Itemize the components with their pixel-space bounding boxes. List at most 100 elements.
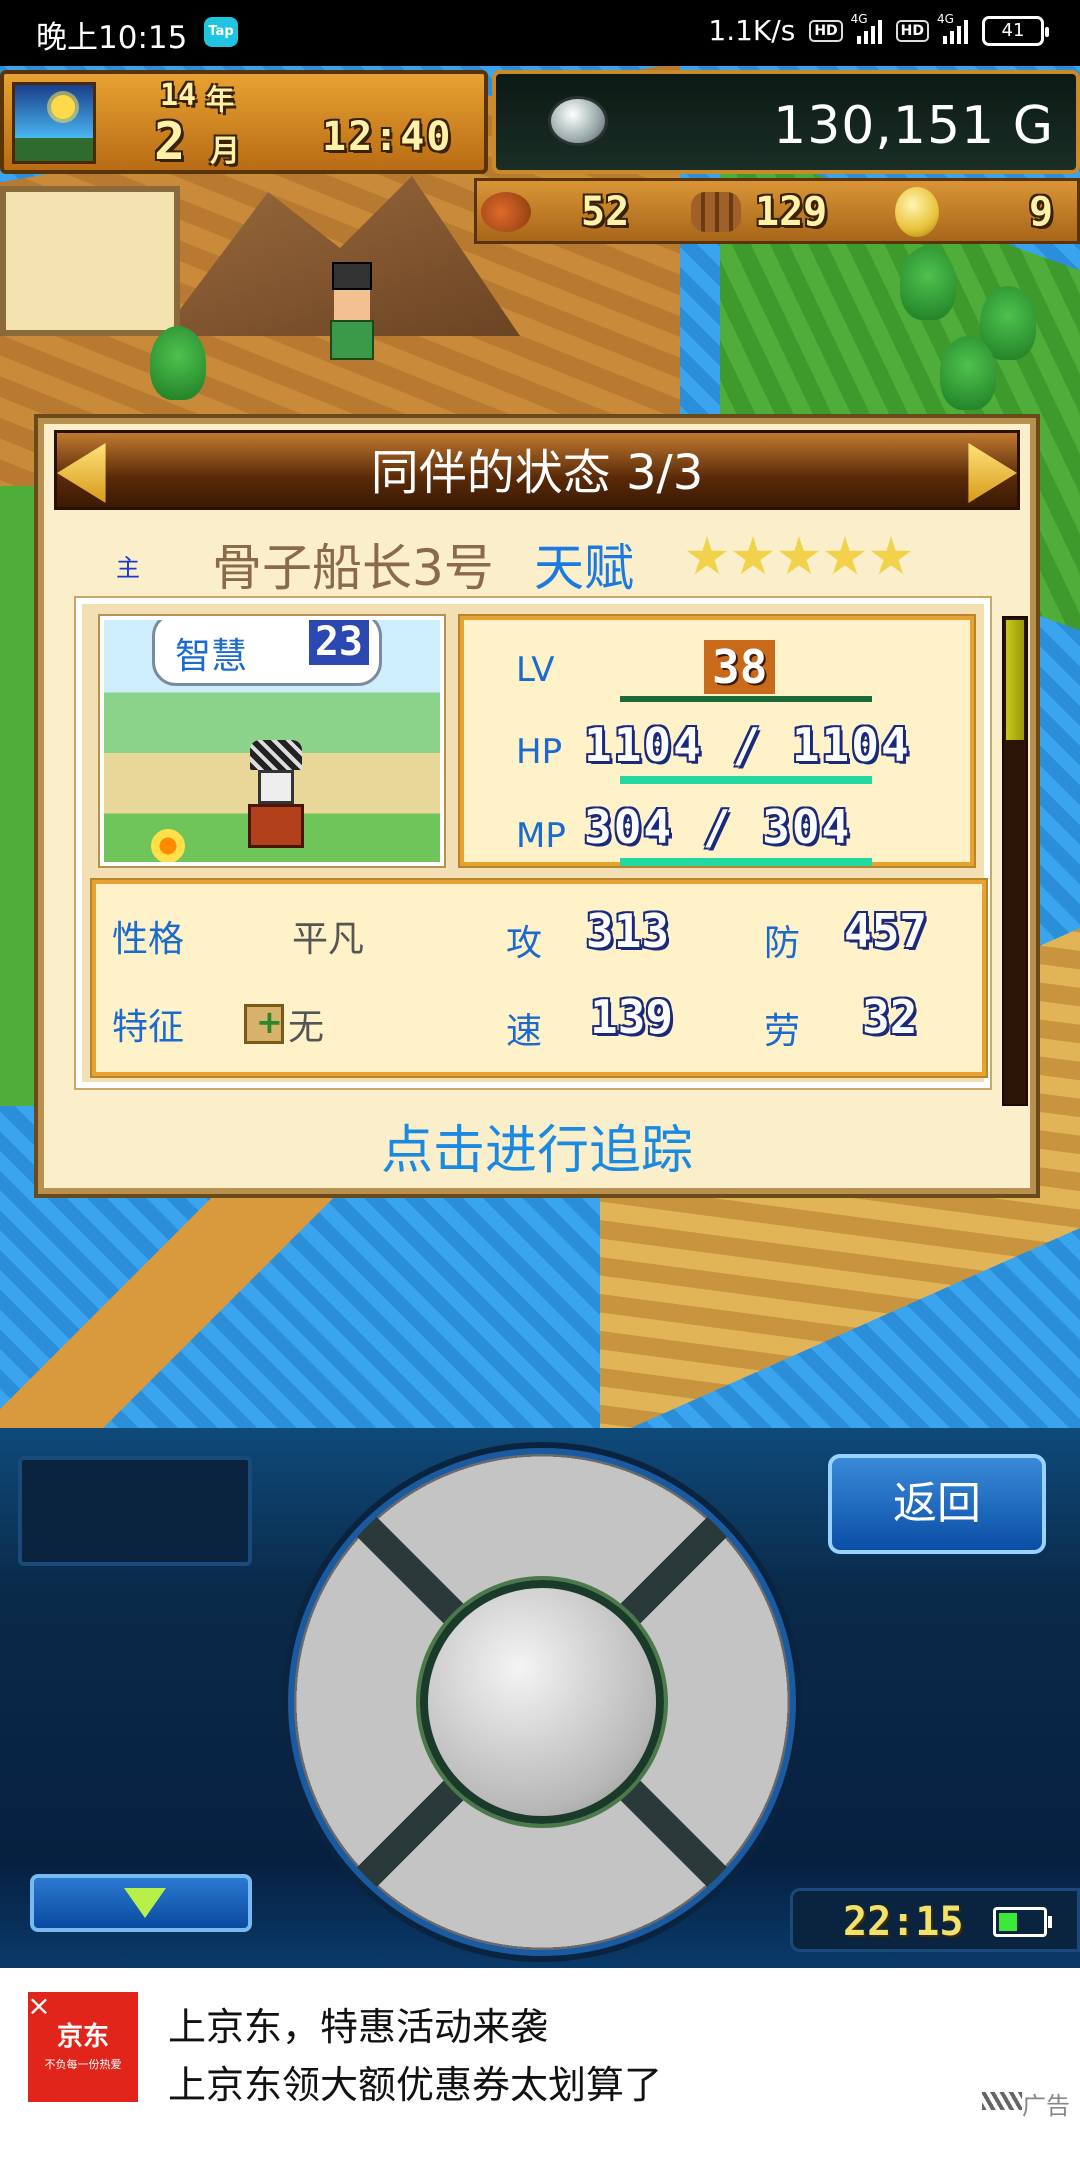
meat-icon [481, 192, 531, 232]
hp-value: 1104 / 1104 [584, 718, 911, 772]
star-icon [778, 536, 820, 575]
gem-value: 9 [1029, 189, 1054, 235]
mp-bar-fill [620, 858, 872, 866]
dialog-scrollbar[interactable] [1002, 616, 1028, 1106]
weather-indicator [12, 82, 96, 164]
def-value: 457 [844, 904, 928, 958]
network-type-label-2: 4G [937, 11, 954, 26]
battery-level-icon [993, 1907, 1052, 1937]
labor-value: 32 [862, 990, 918, 1044]
companion-name: 骨子船长3号 [212, 539, 494, 597]
net-speed: 1.1K/s [708, 14, 796, 47]
companion-status-dialog: 同伴的状态 3/3 主 骨子船长3号 天赋 智慧 23 LV 38 HP 110… [34, 414, 1040, 1198]
month-number: 2 [154, 112, 186, 172]
mp-label: MP [516, 816, 566, 856]
close-icon[interactable]: × [24, 1992, 54, 2022]
def-label: 防 [764, 923, 801, 964]
skill-label: 智慧 [175, 636, 248, 677]
tree-sprite [150, 326, 206, 400]
leader-mark: 主 [116, 554, 140, 582]
personality-label: 性格 [112, 919, 185, 960]
dpad-controller[interactable] [288, 1448, 796, 1956]
back-button[interactable]: 返回 [828, 1454, 1046, 1554]
signal-icon: 4G [851, 12, 882, 44]
status-bar: 晚上10:15 Tap 1.1K/s HD 4G HD 4G 41 [0, 0, 1080, 66]
game-world[interactable]: 14 年 2 月 12:40 130,151 G 52 129 9 同伴的状态 … [0, 66, 1080, 1428]
resource-bar: 52 129 9 [474, 178, 1080, 244]
year-number: 14 [160, 78, 197, 113]
mp-bar [620, 858, 872, 866]
atk-value: 313 [586, 904, 670, 958]
dialog-title: 同伴的状态 3/3 [370, 445, 704, 501]
ad-title: 上京东，特惠活动来袭 [168, 2005, 549, 2049]
star-icon [870, 536, 912, 575]
flower-icon [148, 826, 188, 862]
game-clock: 12:40 [322, 114, 453, 160]
sun-icon [51, 95, 75, 119]
hp-bar-fill [620, 776, 872, 784]
star-icon [824, 536, 866, 575]
ad-banner[interactable]: 京东 不负每一份热爱 × 上京东，特惠活动来袭 上京东领大额优惠券太划算了 广告 [0, 1968, 1080, 2120]
jd-logo-sub: 不负每一份热爱 [44, 2058, 122, 2071]
spd-value: 139 [590, 990, 674, 1044]
skill-value: 23 [308, 620, 369, 665]
scrollbar-thumb[interactable] [1006, 620, 1024, 740]
companion-portrait: 智慧 23 [98, 614, 446, 868]
control-panel: 返回 22:15 [0, 1428, 1080, 1968]
gem-icon [895, 187, 939, 237]
talent-stars [686, 536, 912, 578]
ad-subtitle: 上京东领大额优惠券太划算了 [168, 2063, 663, 2107]
companion-detail-card: 智慧 23 LV 38 HP 1104 / 1104 MP 304 / 304 … [74, 596, 992, 1090]
meat-value: 52 [581, 189, 630, 235]
wood-icon [691, 192, 741, 232]
ad-network-icon [982, 2092, 1022, 2110]
ad-label: 广告 [1022, 2092, 1070, 2120]
dialog-title-bar: 同伴的状态 3/3 [54, 430, 1020, 510]
talent-label: 天赋 [534, 539, 634, 597]
feature-value: 无 [288, 1007, 325, 1048]
attributes-box: 性格 平凡 特征 无 攻 313 防 457 速 139 劳 32 [90, 878, 988, 1078]
track-button[interactable]: 点击进行追踪 [44, 1108, 1030, 1183]
resource-wood: 129 [691, 185, 827, 239]
star-icon [686, 536, 728, 575]
pirate-sprite [244, 740, 308, 850]
hp-bar [620, 776, 872, 784]
info-slot [18, 1456, 252, 1566]
trait-icon [244, 1003, 284, 1044]
top-hat-icon [332, 262, 372, 290]
hp-label: HP [516, 732, 563, 772]
star-icon [732, 536, 774, 575]
dpad-center-button[interactable] [420, 1580, 664, 1824]
money-panel: 130,151 G [492, 70, 1080, 174]
resource-meat: 52 [481, 185, 629, 239]
money-value: 130,151 G [773, 96, 1054, 156]
date-panel: 14 年 2 月 12:40 [0, 70, 488, 174]
mp-value: 304 / 304 [584, 800, 852, 854]
lv-label: LV [516, 650, 555, 690]
battery-icon: 41 [982, 15, 1049, 46]
lv-underline [620, 696, 872, 702]
hd-icon-2: HD [895, 19, 929, 42]
nav-bar-area [0, 2120, 1080, 2160]
feature-label: 特征 [112, 1007, 185, 1048]
resource-gem: 9 [895, 185, 1053, 239]
network-type-label: 4G [850, 11, 868, 26]
vitals-box: LV 38 HP 1104 / 1104 MP 304 / 304 [458, 614, 976, 868]
collapse-button[interactable] [30, 1874, 252, 1932]
character-sprite[interactable] [322, 262, 382, 372]
labor-label: 劳 [764, 1011, 801, 1052]
signal-icon-2: 4G [937, 12, 968, 44]
tree-sprite [900, 246, 956, 320]
wood-value: 129 [755, 189, 828, 235]
tree-sprite [940, 336, 996, 410]
spd-label: 速 [506, 1011, 543, 1052]
skill-bubble: 智慧 23 [152, 620, 382, 686]
tap-app-icon: Tap [204, 17, 238, 47]
atk-label: 攻 [506, 923, 543, 964]
status-right-cluster: 1.1K/s HD 4G HD 4G 41 [708, 12, 1049, 47]
month-label: 月 [210, 134, 240, 169]
building-sprite [0, 186, 180, 336]
status-time: 晚上10:15 [36, 20, 188, 56]
year-label: 年 [206, 83, 235, 116]
coin-icon [548, 96, 608, 146]
